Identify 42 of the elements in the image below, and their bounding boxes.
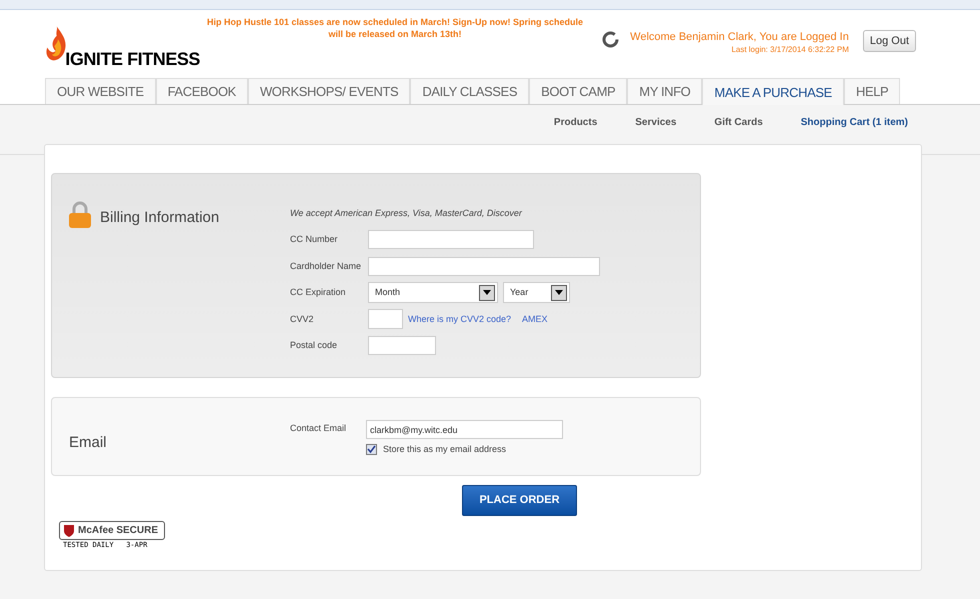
text-field[interactable] — [368, 256, 600, 276]
field-label: CC Expiration — [290, 286, 347, 299]
email-title: Email — [68, 433, 108, 453]
field-label: Contact Email — [290, 422, 348, 435]
log-out-button[interactable]: Log Out — [862, 30, 916, 52]
email-field[interactable]: clarkbm@my.witc.edu — [366, 420, 563, 439]
nav-tab[interactable]: DAILY CLASSES — [410, 78, 530, 104]
nav-tab[interactable]: FACEBOOK — [156, 78, 248, 104]
billing-title: Billing Information — [100, 208, 220, 228]
subnav-link[interactable]: Gift Cards — [714, 115, 763, 130]
badge-title: McAfee SECURE — [78, 524, 158, 538]
logo-text: IGNITE FITNESS — [65, 50, 200, 68]
cvv-field[interactable] — [368, 309, 403, 330]
subnav-link[interactable]: Shopping Cart (1 item) — [800, 115, 908, 130]
help-link[interactable]: Where is my CVV2 code? — [408, 312, 512, 326]
field-label: Postal code — [290, 339, 338, 352]
welcome-text: Welcome Benjamin Clark, You are Logged In — [630, 31, 849, 44]
field-label: CC Number — [290, 233, 339, 246]
help-link[interactable]: AMEX — [522, 312, 548, 326]
shield-icon — [63, 524, 75, 537]
padlock-icon — [68, 201, 92, 229]
checkbox-label: Store this as my email address — [383, 443, 506, 456]
checkbox[interactable] — [366, 444, 377, 456]
select-field[interactable]: Year — [503, 282, 570, 304]
subnav-link[interactable]: Services — [635, 115, 676, 130]
loading-spinner-icon — [602, 31, 619, 48]
nav-tab[interactable]: MAKE A PURCHASE — [702, 78, 844, 106]
announcement-text: Hip Hop Hustle 101 classes are now scheduled in March! Sign-Up now! Spring schedule will be released on March 13th! — [206, 16, 584, 40]
subnav-link[interactable]: Products — [554, 115, 598, 130]
last-login-text: Last login: 3/17/2014 6:32:22 PM — [731, 44, 849, 56]
field-label: CVV2 — [290, 312, 315, 326]
text-field[interactable] — [368, 336, 436, 356]
nav-tab[interactable]: OUR WEBSITE — [45, 78, 156, 104]
select-field[interactable]: Month — [368, 282, 498, 304]
nav-tab[interactable]: BOOT CAMP — [529, 78, 628, 104]
field-label: Cardholder Name — [290, 260, 362, 272]
nav-tab[interactable]: HELP — [844, 78, 900, 104]
text-field[interactable] — [368, 230, 534, 250]
accepted-cards-text: We accept American Express, Visa, MasterCard, Discover — [290, 207, 524, 220]
nav-tab[interactable]: MY INFO — [627, 78, 702, 104]
nav-tab[interactable]: WORKSHOPS/ EVENTS — [248, 78, 410, 104]
place-order-button[interactable]: PLACE ORDER — [462, 485, 577, 516]
